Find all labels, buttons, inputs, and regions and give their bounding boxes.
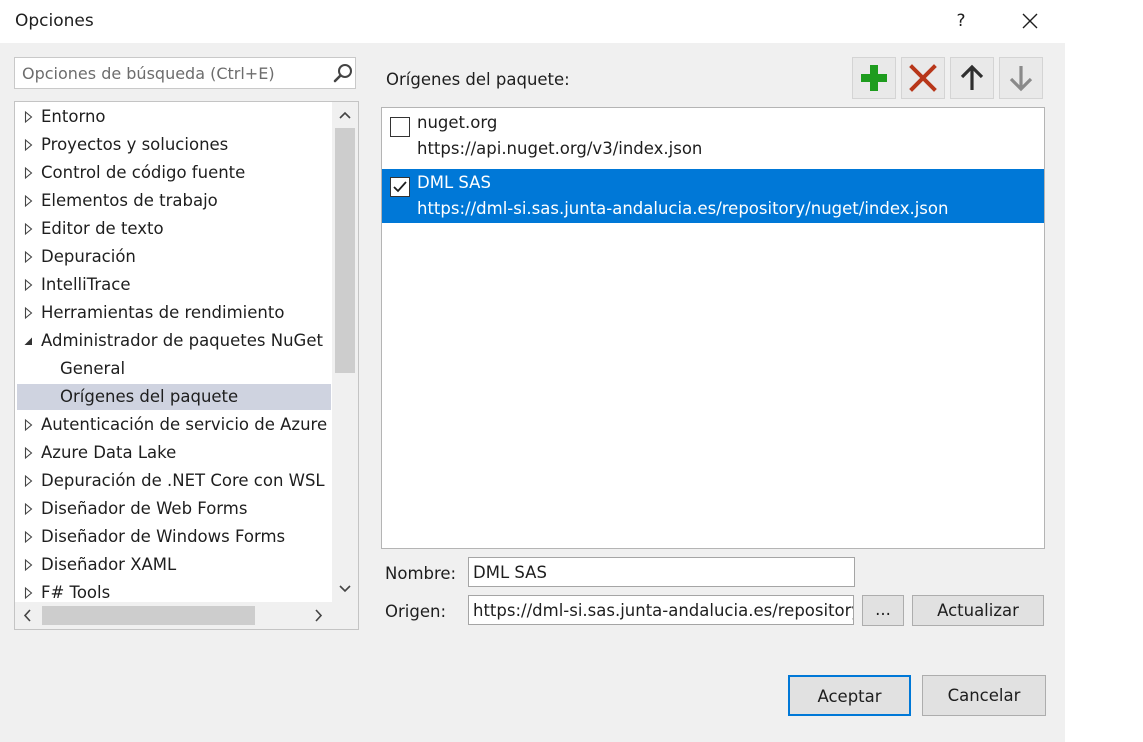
tree-item[interactable]: Proyectos y soluciones	[17, 132, 331, 158]
tree-item-label: Depuración	[41, 247, 136, 266]
source-checkbox[interactable]	[390, 117, 410, 137]
origin-field[interactable]	[468, 595, 854, 625]
tree-item-label: Proyectos y soluciones	[41, 135, 229, 154]
tree-item[interactable]: Herramientas de rendimiento	[17, 300, 331, 326]
search-icon[interactable]	[333, 63, 353, 83]
tree-item[interactable]: Depuración	[17, 244, 331, 270]
tree-item-label: Control de código fuente	[41, 163, 246, 182]
browse-button[interactable]: ...	[862, 595, 904, 626]
scroll-down-button[interactable]	[332, 576, 358, 602]
options-dialog: Opciones ? Entorno Proyectos y soluciones…	[0, 0, 1065, 742]
tree-item[interactable]: Administrador de paquetes NuGet	[17, 328, 331, 354]
tree-item[interactable]: IntelliTrace	[17, 272, 331, 298]
tree-item[interactable]: Editor de texto	[17, 216, 331, 242]
expand-arrow-icon[interactable]	[23, 524, 35, 550]
ok-button[interactable]: Aceptar	[788, 675, 911, 716]
expand-arrow-icon[interactable]	[23, 440, 35, 466]
expand-arrow-icon[interactable]	[23, 412, 35, 438]
tree-item[interactable]: Elementos de trabajo	[17, 188, 331, 214]
tree-item[interactable]: Diseñador de Web Forms	[17, 496, 331, 522]
chevron-right-icon	[315, 609, 323, 622]
chevron-up-icon	[339, 111, 351, 119]
tree-item-label: Orígenes del paquete	[60, 387, 239, 406]
tree-item[interactable]: Depuración de .NET Core con WSL	[17, 468, 331, 494]
scroll-left-button[interactable]	[15, 602, 41, 629]
expand-arrow-icon[interactable]	[23, 468, 35, 494]
expand-arrow-icon[interactable]	[23, 272, 35, 298]
expand-arrow-icon[interactable]	[23, 244, 35, 270]
add-icon	[861, 65, 887, 91]
remove-source-button[interactable]	[901, 57, 945, 99]
tree-item-label: Entorno	[41, 107, 106, 126]
chevron-down-icon	[339, 585, 351, 593]
name-field[interactable]	[468, 557, 855, 587]
move-down-button[interactable]	[999, 57, 1043, 99]
tree-item[interactable]: Diseñador XAML	[17, 552, 331, 578]
source-name: DML SAS	[417, 173, 491, 192]
search-input[interactable]	[15, 58, 325, 88]
window-title: Opciones	[15, 11, 94, 31]
source-url: https://api.nuget.org/v3/index.json	[417, 139, 703, 158]
package-sources-list: nuget.org https://api.nuget.org/v3/index…	[381, 107, 1045, 549]
scroll-up-button[interactable]	[332, 102, 358, 128]
options-tree: Entorno Proyectos y soluciones Control de …	[14, 101, 359, 630]
tree-item-label: General	[60, 359, 126, 378]
close-icon	[1022, 13, 1038, 29]
source-url: https://dml-si.sas.junta-andalucia.es/re…	[417, 199, 949, 218]
tree-item-label: Depuración de .NET Core con WSL	[41, 471, 325, 490]
source-row-dml-sas[interactable]: DML SAS https://dml-si.sas.junta-andaluc…	[382, 169, 1044, 223]
arrow-down-icon	[1009, 66, 1033, 92]
horizontal-scroll-thumb[interactable]	[42, 606, 255, 625]
source-checkbox[interactable]	[390, 177, 410, 197]
name-label: Nombre:	[385, 564, 457, 583]
scroll-corner	[332, 602, 358, 629]
source-row-nuget[interactable]: nuget.org https://api.nuget.org/v3/index…	[382, 109, 1044, 163]
title-bar: Opciones ?	[0, 0, 1065, 43]
checkmark-icon	[393, 181, 407, 193]
horizontal-scrollbar[interactable]	[15, 602, 332, 629]
tree-item-label: Editor de texto	[41, 219, 164, 238]
tree-item[interactable]: Diseñador de Windows Forms	[17, 524, 331, 550]
tree-item-label: Diseñador XAML	[41, 555, 177, 574]
tree-item-label: Autenticación de servicio de Azure	[41, 415, 328, 434]
expand-arrow-icon[interactable]	[23, 160, 35, 186]
expand-arrow-icon[interactable]	[23, 104, 35, 130]
expand-arrow-icon[interactable]	[23, 188, 35, 214]
update-button[interactable]: Actualizar	[912, 595, 1044, 626]
search-box	[14, 57, 356, 89]
expand-arrow-icon[interactable]	[23, 132, 35, 158]
expand-arrow-icon[interactable]	[23, 300, 35, 326]
collapse-arrow-icon[interactable]	[23, 328, 35, 354]
expand-arrow-icon[interactable]	[23, 216, 35, 242]
tree-item[interactable]: General	[17, 356, 331, 382]
origin-label: Origen:	[385, 602, 446, 621]
expand-arrow-icon[interactable]	[23, 552, 35, 578]
vertical-scrollbar[interactable]	[332, 102, 358, 602]
tree-item-label: Administrador de paquetes NuGet	[41, 331, 323, 350]
close-button[interactable]	[1014, 6, 1046, 36]
remove-icon	[909, 64, 937, 92]
tree-item[interactable]: Azure Data Lake	[17, 440, 331, 466]
tree-item-label: Diseñador de Windows Forms	[41, 527, 286, 546]
cancel-button[interactable]: Cancelar	[922, 675, 1046, 716]
tree-item-label: Diseñador de Web Forms	[41, 499, 248, 518]
tree-item-label: Herramientas de rendimiento	[41, 303, 285, 322]
arrow-up-icon	[960, 64, 984, 90]
vertical-scroll-thumb[interactable]	[335, 128, 355, 373]
move-up-button[interactable]	[950, 57, 994, 99]
tree-item[interactable]: Autenticación de servicio de Azure	[17, 412, 331, 438]
tree-item[interactable]: Control de código fuente	[17, 160, 331, 186]
expand-arrow-icon[interactable]	[23, 496, 35, 522]
sources-heading: Orígenes del paquete:	[386, 70, 570, 89]
tree-item-label: IntelliTrace	[41, 275, 131, 294]
add-source-button[interactable]	[852, 57, 896, 99]
chevron-left-icon	[23, 609, 31, 622]
scroll-right-button[interactable]	[305, 602, 331, 629]
help-button[interactable]: ?	[947, 6, 975, 36]
tree-item-label: Azure Data Lake	[41, 443, 177, 462]
tree-item-label: Elementos de trabajo	[41, 191, 218, 210]
tree-item[interactable]: Orígenes del paquete	[17, 384, 331, 410]
source-name: nuget.org	[417, 113, 498, 132]
tree-item[interactable]: Entorno	[17, 104, 331, 130]
